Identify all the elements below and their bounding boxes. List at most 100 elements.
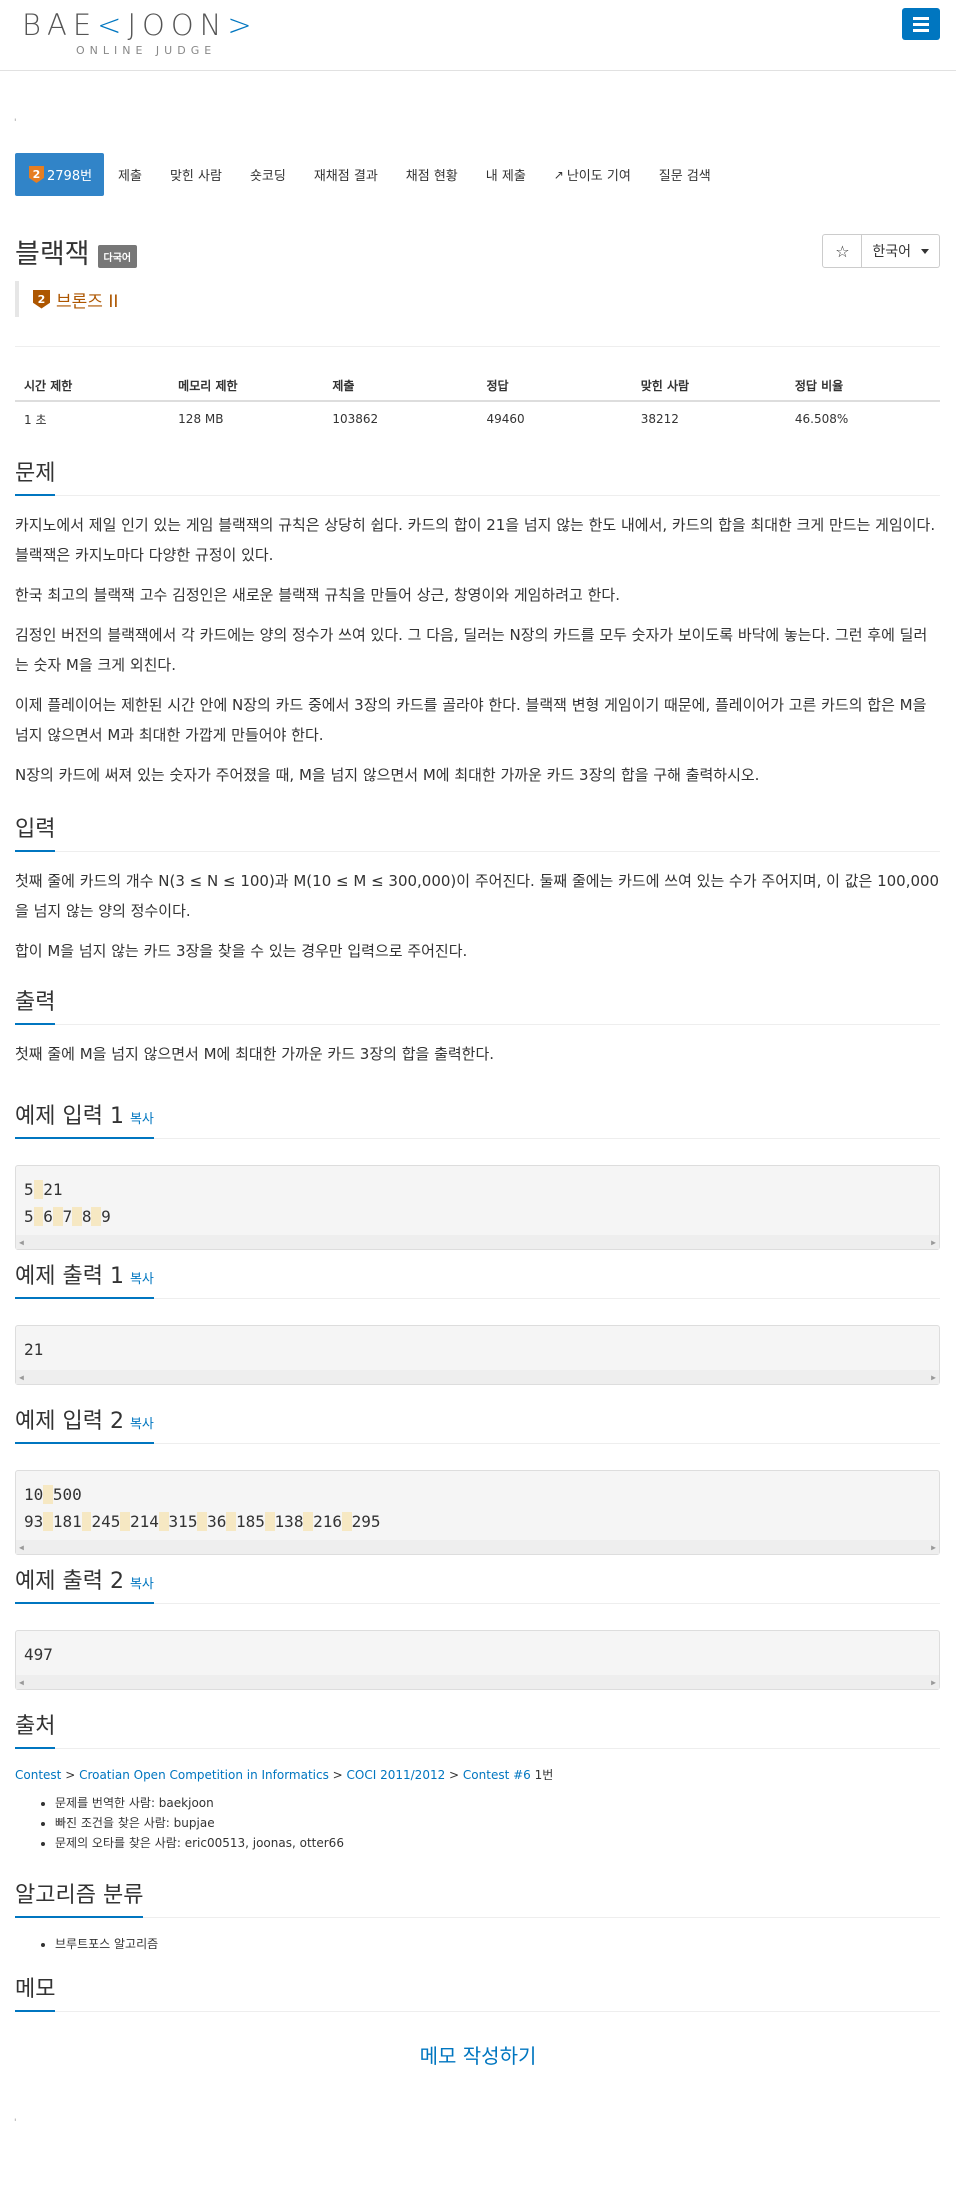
paragraph: 첫째 줄에 M을 넘지 않으면서 M에 최대한 가까운 카드 3장의 합을 출력…: [15, 1045, 495, 1063]
whitespace-highlight: [81, 1512, 92, 1531]
section-title: 예제 입력 2 복사: [15, 1404, 154, 1444]
page-title: 블랙잭: [15, 239, 90, 270]
section-headline: 메모: [15, 1972, 940, 2012]
multilingual-badge: 다국어: [97, 245, 138, 268]
problem-section: 문제 카지노에서 제일 인기 있는 게임 블랙잭의 규칙은 상당히 쉽다. 카드…: [15, 456, 940, 790]
sample-value: 7: [62, 1207, 73, 1226]
problem-description: 카지노에서 제일 인기 있는 게임 블랙잭의 규칙은 상당히 쉽다. 카드의 합…: [15, 510, 940, 790]
sample-value: 185: [236, 1512, 265, 1531]
list-item: 문제의 오타를 찾은 사람: eric00513, joonas, otter6…: [55, 1833, 940, 1853]
sample-output-2[interactable]: 497 ◀ ▶: [15, 1630, 940, 1690]
hamburger-menu-button[interactable]: [902, 8, 940, 40]
whitespace-highlight: [33, 1180, 44, 1199]
divider: [15, 346, 940, 347]
copy-button[interactable]: 복사: [130, 1577, 154, 1592]
sample-input-2-section: 예제 입력 2 복사: [15, 1404, 940, 1444]
favorite-star-button[interactable]: ☆: [822, 234, 863, 268]
sample-value: 138: [274, 1512, 304, 1531]
scroll-left-icon[interactable]: ◀: [19, 1543, 24, 1552]
header-cell: 메모리 제한: [178, 378, 238, 393]
section-title: 출력: [15, 985, 56, 1025]
language-dropdown[interactable]: 한국어: [862, 234, 940, 268]
sample-code: 5 21 5 6 7 8 9: [16, 1166, 939, 1230]
sample-value: 497: [24, 1645, 53, 1664]
chevron-down-icon: [921, 248, 929, 254]
section-headline: 예제 입력 1 복사: [15, 1099, 940, 1139]
breadcrumb-separator: >: [445, 1768, 463, 1782]
sample-value: 245: [91, 1512, 121, 1531]
sample-value: 10: [24, 1485, 44, 1504]
sample-value: 9: [101, 1207, 111, 1226]
sample-value: 93: [24, 1512, 44, 1531]
memo-section: 메모: [15, 1972, 940, 2012]
tab-rejudge[interactable]: 재채점 결과: [300, 153, 392, 196]
sample-input-2[interactable]: 10 500 93 181 245 214 315 36 185 138 216…: [15, 1470, 940, 1555]
breadcrumb-separator: >: [328, 1768, 347, 1782]
horizontal-scrollbar[interactable]: ◀ ▶: [16, 1235, 939, 1249]
table-header-row: 시간 제한 메모리 제한 제출 정답 맞힌 사람 정답 비율: [15, 370, 940, 402]
whitespace-highlight: [264, 1512, 275, 1531]
paragraph: 카지노에서 제일 인기 있는 게임 블랙잭의 규칙은 상당히 쉽다. 카드의 합…: [15, 516, 936, 564]
logo-subtitle: ONLINE JUDGE: [76, 44, 217, 57]
scroll-left-icon[interactable]: ◀: [19, 1678, 24, 1687]
scroll-left-icon[interactable]: ◀: [19, 1373, 24, 1382]
tier-label[interactable]: 2 브론즈 II: [15, 281, 118, 317]
scroll-right-icon[interactable]: ▶: [931, 1543, 936, 1552]
scroll-left-icon[interactable]: ◀: [19, 1238, 24, 1247]
list-item: 문제를 번역한 사람: baekjoon: [55, 1793, 940, 1813]
list-item: 빠진 조건을 찾은 사람: bupjae: [55, 1813, 940, 1833]
whitespace-highlight: [158, 1512, 169, 1531]
algorithm-tag[interactable]: 브루트포스 알고리즘: [55, 1934, 940, 1954]
sample-input-1[interactable]: 5 21 5 6 7 8 9 ◀ ▶: [15, 1165, 940, 1250]
table-cell: 128 MB: [178, 412, 224, 426]
header-cell: 정답: [486, 378, 509, 393]
menu-icon-bar: [913, 22, 929, 26]
whitespace-highlight: [303, 1512, 314, 1531]
sample-code: 497: [16, 1631, 939, 1668]
tab-shortcoding[interactable]: 숏코딩: [236, 153, 300, 196]
whitespace-highlight: [33, 1207, 44, 1226]
scroll-right-icon[interactable]: ▶: [931, 1373, 936, 1382]
algorithm-list: 브루트포스 알고리즘: [15, 1934, 940, 1954]
site-header: BAE<JOON> ONLINE JUDGE: [0, 0, 956, 71]
section-headline: 출처: [15, 1709, 940, 1749]
algorithm-section: 알고리즘 분류 브루트포스 알고리즘: [15, 1878, 940, 1954]
source-link-contest-6[interactable]: Contest #6: [463, 1768, 531, 1782]
tab-difficulty-contribution[interactable]: ↗ 난이도 기여: [540, 153, 645, 196]
problem-info-table: 시간 제한 메모리 제한 제출 정답 맞힌 사람 정답 비율 1 초 128 M…: [15, 370, 940, 436]
stray-mark: ': [14, 2118, 17, 2128]
section-headline: 출력: [15, 985, 940, 1025]
whitespace-highlight: [197, 1512, 208, 1531]
baekjoon-logo[interactable]: BAE<JOON> ONLINE JUDGE: [22, 8, 272, 57]
tab-my-submissions[interactable]: 내 제출: [472, 153, 540, 196]
copy-button[interactable]: 복사: [130, 1417, 154, 1432]
source-link-coi[interactable]: Croatian Open Competition in Informatics: [79, 1768, 329, 1782]
tier-icon: 2: [29, 166, 44, 183]
scroll-right-icon[interactable]: ▶: [931, 1238, 936, 1247]
tab-status[interactable]: 채점 현황: [392, 153, 472, 196]
paragraph: 첫째 줄에 카드의 개수 N(3 ≤ N ≤ 100)과 M(10 ≤ M ≤ …: [15, 872, 940, 920]
sample-value: 5: [24, 1180, 34, 1199]
copy-button[interactable]: 복사: [130, 1112, 154, 1127]
source-link-contest[interactable]: Contest: [15, 1768, 61, 1782]
external-link-icon: ↗: [553, 167, 564, 182]
sample-value: 6: [43, 1207, 53, 1226]
write-memo-link[interactable]: 메모 작성하기: [0, 2040, 956, 2069]
scroll-right-icon[interactable]: ▶: [931, 1678, 936, 1687]
whitespace-highlight: [91, 1207, 102, 1226]
source-link-coci[interactable]: COCI 2011/2012: [347, 1768, 446, 1782]
tab-submit[interactable]: 제출: [104, 153, 156, 196]
horizontal-scrollbar[interactable]: ◀ ▶: [16, 1370, 939, 1384]
tab-question-search[interactable]: 질문 검색: [645, 153, 725, 196]
sample-value: 500: [52, 1485, 82, 1504]
table-cell: 46.508%: [794, 412, 849, 426]
tab-problem[interactable]: 2 2798번: [15, 153, 105, 196]
tab-solvers[interactable]: 맞힌 사람: [156, 153, 236, 196]
horizontal-scrollbar[interactable]: ◀ ▶: [16, 1540, 939, 1554]
horizontal-scrollbar[interactable]: ◀ ▶: [16, 1675, 939, 1689]
paragraph: 이제 플레이어는 제한된 시간 안에 N장의 카드 중에서 3장의 카드를 골라…: [15, 696, 927, 744]
bronze-tier-icon: 2: [33, 289, 50, 309]
sample-value: 315: [168, 1512, 198, 1531]
sample-output-1[interactable]: 21 ◀ ▶: [15, 1325, 940, 1385]
copy-button[interactable]: 복사: [130, 1272, 154, 1287]
